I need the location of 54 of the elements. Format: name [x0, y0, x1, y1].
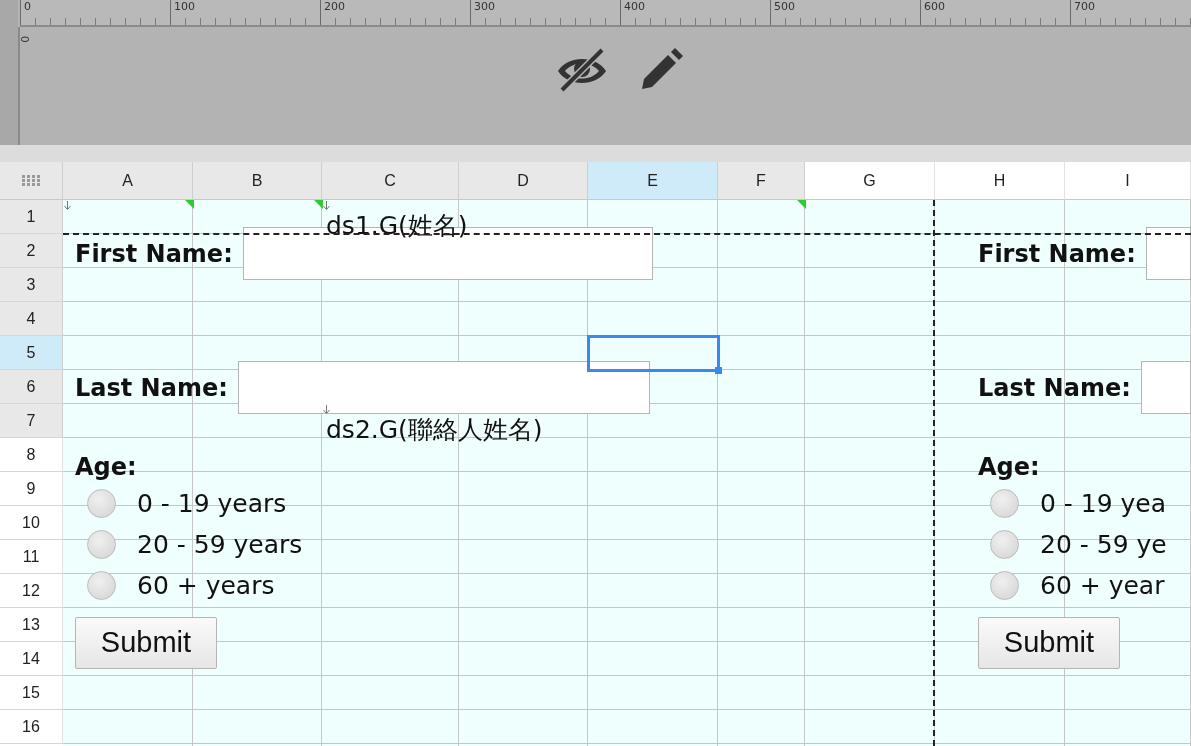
ruler-label: 200	[324, 0, 345, 13]
submit-button[interactable]: Submit	[978, 617, 1120, 669]
row-header[interactable]: 13	[0, 608, 63, 642]
ruler-label: 400	[624, 0, 645, 13]
ruler-label: 100	[174, 0, 195, 13]
column-header[interactable]: A	[63, 162, 193, 200]
ruler-label: 500	[774, 0, 795, 13]
field-label: Age:	[75, 452, 137, 483]
row-header[interactable]: 3	[0, 268, 63, 302]
ruler-label: 600	[924, 0, 945, 13]
column-header[interactable]: D	[459, 162, 588, 200]
column-header[interactable]: G	[805, 162, 935, 200]
option-label: 20 - 59 years	[137, 528, 303, 561]
column-header[interactable]: H	[935, 162, 1065, 200]
column-header[interactable]: E	[588, 162, 718, 200]
ruler-label: 300	[474, 0, 495, 13]
row-header[interactable]: 5	[0, 336, 63, 370]
cell-text: ds2.G(聯絡人姓名)	[325, 416, 543, 444]
input-field[interactable]	[1140, 361, 1191, 414]
ruler-label: 0	[16, 35, 32, 43]
field-label: Last Name:	[75, 372, 228, 404]
option-label: 0 - 19 yea	[1040, 487, 1167, 520]
row-header[interactable]: 14	[0, 642, 63, 676]
field-label: First Name:	[75, 238, 233, 270]
row-header[interactable]: 1	[0, 200, 63, 234]
input-field[interactable]	[1145, 227, 1191, 280]
grip-icon[interactable]	[21, 175, 41, 186]
field-label: Last Name:	[978, 372, 1131, 404]
row-header[interactable]: 9	[0, 472, 63, 506]
hidden-icon[interactable]	[556, 47, 608, 93]
ruler-label: 0	[24, 0, 31, 13]
ruler-label: 700	[1074, 0, 1095, 13]
row-header[interactable]: 16	[0, 710, 63, 744]
row-header[interactable]: 11	[0, 540, 63, 574]
column-header[interactable]: C	[322, 162, 459, 200]
column-header[interactable]: I	[1065, 162, 1191, 200]
field-label: Age:	[978, 452, 1040, 483]
row-header[interactable]: 8	[0, 438, 63, 472]
option-label: 20 - 59 ye	[1040, 528, 1167, 561]
input-field[interactable]	[237, 361, 650, 414]
option-label: 60 + year	[1040, 569, 1165, 602]
column-header[interactable]: F	[718, 162, 805, 200]
column-header[interactable]: B	[193, 162, 322, 200]
submit-button[interactable]: Submit	[75, 617, 217, 669]
field-label: First Name:	[978, 238, 1136, 270]
option-label: 0 - 19 years	[137, 487, 287, 520]
row-header[interactable]: 12	[0, 574, 63, 608]
row-header[interactable]: 6	[0, 370, 63, 404]
row-header[interactable]: 10	[0, 506, 63, 540]
option-label: 60 + years	[137, 569, 275, 602]
row-header[interactable]: 2	[0, 234, 63, 268]
row-header[interactable]: 7	[0, 404, 63, 438]
row-header[interactable]: 15	[0, 676, 63, 710]
row-header[interactable]: 4	[0, 302, 63, 336]
